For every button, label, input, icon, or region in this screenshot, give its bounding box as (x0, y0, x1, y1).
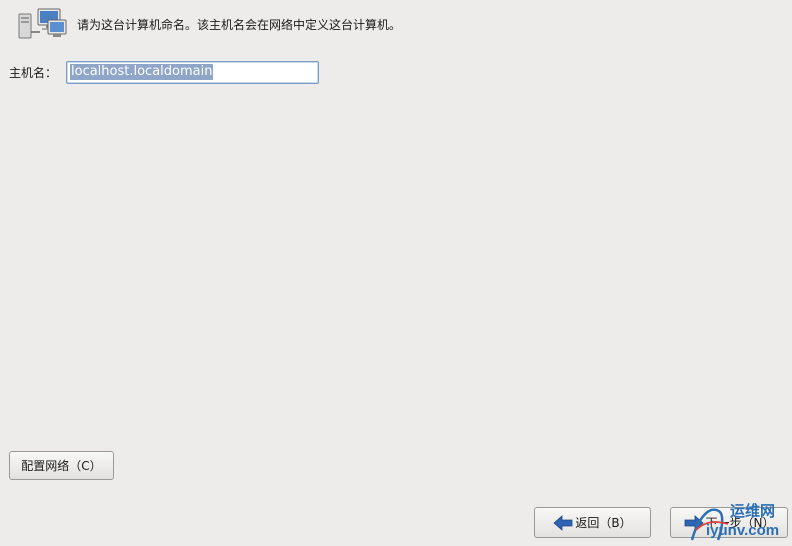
next-label: 下一步（N） (705, 516, 775, 530)
back-label: 返回（B） (575, 516, 632, 530)
hostname-row: 主机名： localhost.localdomain (9, 60, 319, 84)
instruction-text: 请为这台计算机命名。该主机名会在网络中定义这台计算机。 (77, 17, 402, 32)
configure-network-button[interactable]: 配置网络（C） (9, 451, 114, 480)
arrow-left-icon (553, 514, 573, 531)
hostname-label: 主机名： (9, 65, 58, 80)
next-button[interactable]: 下一步（N） (670, 507, 788, 538)
hostname-value: localhost.localdomain (70, 64, 214, 80)
back-button[interactable]: 返回（B） (534, 507, 651, 538)
network-computers-icon (18, 8, 67, 39)
header: 请为这台计算机命名。该主机名会在网络中定义这台计算机。 (18, 8, 401, 40)
hostname-input[interactable]: localhost.localdomain (66, 60, 319, 84)
arrow-right-icon (684, 514, 704, 531)
configure-network-label: 配置网络（C） (21, 459, 102, 473)
